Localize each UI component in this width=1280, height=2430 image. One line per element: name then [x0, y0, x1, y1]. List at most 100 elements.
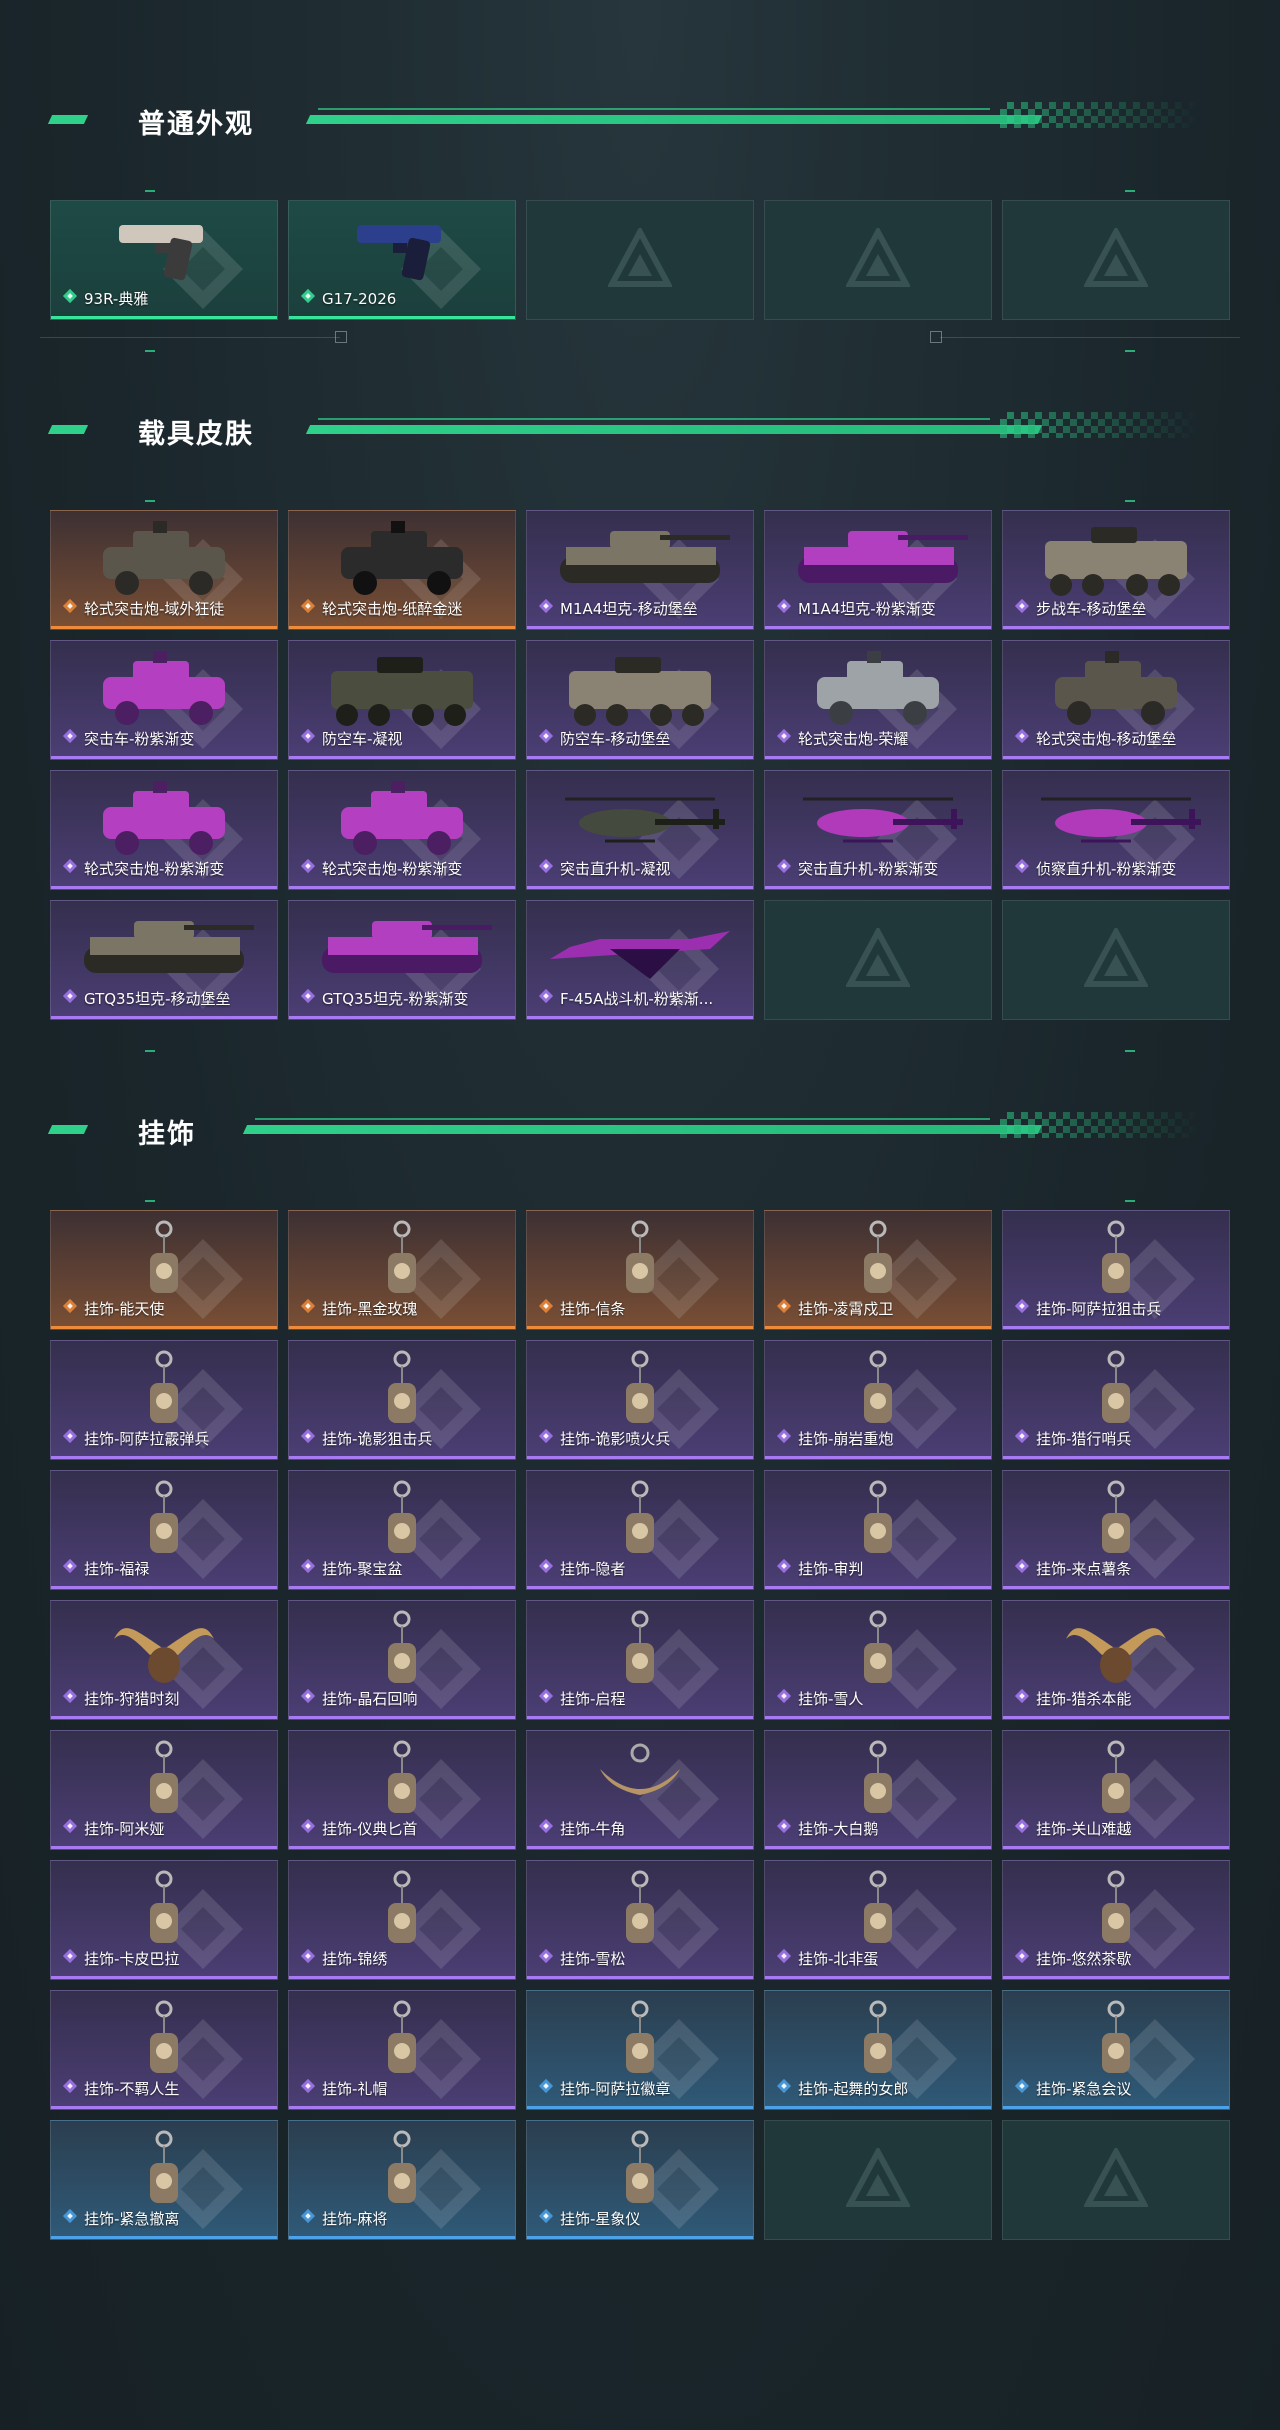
rarity-diamond-icon	[300, 2208, 316, 2229]
item-name: 挂饰-能天使	[84, 1300, 165, 1318]
item-card[interactable]: 挂饰-阿米娅	[50, 1730, 278, 1850]
item-card[interactable]: 挂饰-仪典匕首	[288, 1730, 516, 1850]
item-card[interactable]: 挂饰-阿萨拉狙击兵	[1002, 1210, 1230, 1330]
rarity-underline	[765, 1846, 991, 1849]
item-card[interactable]: 挂饰-来点薯条	[1002, 1470, 1230, 1590]
item-card[interactable]: 挂饰-隐者	[526, 1470, 754, 1590]
item-card[interactable]: 侦察直升机-粉紫渐变	[1002, 770, 1230, 890]
item-card[interactable]: 防空车-凝视	[288, 640, 516, 760]
rarity-underline	[289, 626, 515, 629]
item-label-row: 轮式突击炮-粉紫渐变	[300, 858, 507, 879]
item-card[interactable]: 挂饰-能天使	[50, 1210, 278, 1330]
item-card[interactable]: 挂饰-麻将	[288, 2120, 516, 2240]
empty-slot	[764, 900, 992, 1020]
item-card[interactable]: 轮式突击炮-域外狂徒	[50, 510, 278, 630]
item-card[interactable]: 挂饰-雪人	[764, 1600, 992, 1720]
item-card[interactable]: G17-2026	[288, 200, 516, 320]
item-card[interactable]: 突击车-粉紫渐变	[50, 640, 278, 760]
item-name: 轮式突击炮-移动堡垒	[1036, 730, 1177, 748]
rarity-underline	[765, 756, 991, 759]
item-card[interactable]: M1A4坦克-粉紫渐变	[764, 510, 992, 630]
item-card[interactable]: 挂饰-阿萨拉徽章	[526, 1990, 754, 2110]
rarity-underline	[289, 1846, 515, 1849]
item-card[interactable]: 轮式突击炮-移动堡垒	[1002, 640, 1230, 760]
rarity-diamond-icon	[62, 1558, 78, 1579]
item-label-row: 挂饰-猎行哨兵	[1014, 1428, 1221, 1449]
item-card[interactable]: 挂饰-猎行哨兵	[1002, 1340, 1230, 1460]
decor-tick	[145, 1050, 155, 1052]
item-card[interactable]: 挂饰-猎杀本能	[1002, 1600, 1230, 1720]
item-label-row: 挂饰-紧急撤离	[62, 2208, 269, 2229]
item-name: M1A4坦克-粉紫渐变	[798, 600, 936, 618]
decor-tick	[1125, 190, 1135, 192]
item-card[interactable]: 挂饰-卡皮巴拉	[50, 1860, 278, 1980]
item-card[interactable]: 挂饰-黑金玫瑰	[288, 1210, 516, 1330]
item-name: 挂饰-关山难越	[1036, 1820, 1132, 1838]
item-card[interactable]: 挂饰-大白鹅	[764, 1730, 992, 1850]
item-card[interactable]: 挂饰-星象仪	[526, 2120, 754, 2240]
rarity-underline	[765, 1326, 991, 1329]
item-card[interactable]: 挂饰-北非蛋	[764, 1860, 992, 1980]
item-card[interactable]: 挂饰-关山难越	[1002, 1730, 1230, 1850]
item-card[interactable]: 挂饰-信条	[526, 1210, 754, 1330]
item-card[interactable]: GTQ35坦克-移动堡垒	[50, 900, 278, 1020]
item-card[interactable]: 轮式突击炮-粉紫渐变	[50, 770, 278, 890]
item-name: 侦察直升机-粉紫渐变	[1036, 860, 1177, 878]
rarity-diamond-icon	[538, 1948, 554, 1969]
item-card[interactable]: 防空车-移动堡垒	[526, 640, 754, 760]
rarity-underline	[1003, 1716, 1229, 1719]
item-name: 挂饰-锦绣	[322, 1950, 388, 1968]
item-card[interactable]: 挂饰-紧急会议	[1002, 1990, 1230, 2110]
item-card[interactable]: 挂饰-诡影喷火兵	[526, 1340, 754, 1460]
item-card[interactable]: 挂饰-礼帽	[288, 1990, 516, 2110]
item-card[interactable]: 挂饰-狩猎时刻	[50, 1600, 278, 1720]
rarity-diamond-icon	[300, 858, 316, 879]
item-card[interactable]: 步战车-移动堡垒	[1002, 510, 1230, 630]
item-card[interactable]: 挂饰-起舞的女郎	[764, 1990, 992, 2110]
hud-line	[940, 337, 1240, 338]
item-name: 挂饰-聚宝盆	[322, 1560, 403, 1578]
rarity-diamond-icon	[62, 1428, 78, 1449]
rarity-diamond-icon	[1014, 1688, 1030, 1709]
item-card[interactable]: 轮式突击炮-粉紫渐变	[288, 770, 516, 890]
item-card[interactable]: 挂饰-阿萨拉霰弹兵	[50, 1340, 278, 1460]
item-card[interactable]: 挂饰-牛角	[526, 1730, 754, 1850]
rarity-underline	[527, 1716, 753, 1719]
item-card[interactable]: 93R-典雅	[50, 200, 278, 320]
header-trail-bar	[305, 425, 1043, 434]
item-card[interactable]: 挂饰-晶石回响	[288, 1600, 516, 1720]
item-card[interactable]: 挂饰-审判	[764, 1470, 992, 1590]
rarity-diamond-icon	[538, 1428, 554, 1449]
item-name: 挂饰-紧急会议	[1036, 2080, 1132, 2098]
item-card[interactable]: 挂饰-悠然茶歇	[1002, 1860, 1230, 1980]
item-card[interactable]: 挂饰-锦绣	[288, 1860, 516, 1980]
rarity-underline	[527, 2106, 753, 2109]
item-card[interactable]: 突击直升机-粉紫渐变	[764, 770, 992, 890]
decor-tick	[145, 350, 155, 352]
item-card[interactable]: 突击直升机-凝视	[526, 770, 754, 890]
header-thin-line	[318, 108, 990, 110]
rarity-diamond-icon	[776, 1298, 792, 1319]
rarity-underline	[1003, 1846, 1229, 1849]
item-card[interactable]: M1A4坦克-移动堡垒	[526, 510, 754, 630]
header-thin-line	[255, 1118, 990, 1120]
item-card[interactable]: F-45A战斗机-粉紫渐...	[526, 900, 754, 1020]
item-label-row: 轮式突击炮-移动堡垒	[1014, 728, 1221, 749]
rarity-diamond-icon	[1014, 858, 1030, 879]
item-card[interactable]: 挂饰-聚宝盆	[288, 1470, 516, 1590]
item-card[interactable]: 挂饰-雪松	[526, 1860, 754, 1980]
item-card[interactable]: 挂饰-紧急撤离	[50, 2120, 278, 2240]
item-card[interactable]: 挂饰-诡影狙击兵	[288, 1340, 516, 1460]
item-name: 轮式突击炮-粉紫渐变	[84, 860, 225, 878]
header-checker-pattern	[1000, 1112, 1200, 1138]
header-checker-pattern	[1000, 102, 1200, 128]
item-card[interactable]: GTQ35坦克-粉紫渐变	[288, 900, 516, 1020]
item-card[interactable]: 挂饰-崩岩重炮	[764, 1340, 992, 1460]
item-card[interactable]: 轮式突击炮-荣耀	[764, 640, 992, 760]
item-card[interactable]: 挂饰-不羁人生	[50, 1990, 278, 2110]
item-card[interactable]: 挂饰-启程	[526, 1600, 754, 1720]
item-card[interactable]: 挂饰-福禄	[50, 1470, 278, 1590]
item-card[interactable]: 挂饰-凌霄戍卫	[764, 1210, 992, 1330]
item-card[interactable]: 轮式突击炮-纸醉金迷	[288, 510, 516, 630]
rarity-underline	[765, 2106, 991, 2109]
